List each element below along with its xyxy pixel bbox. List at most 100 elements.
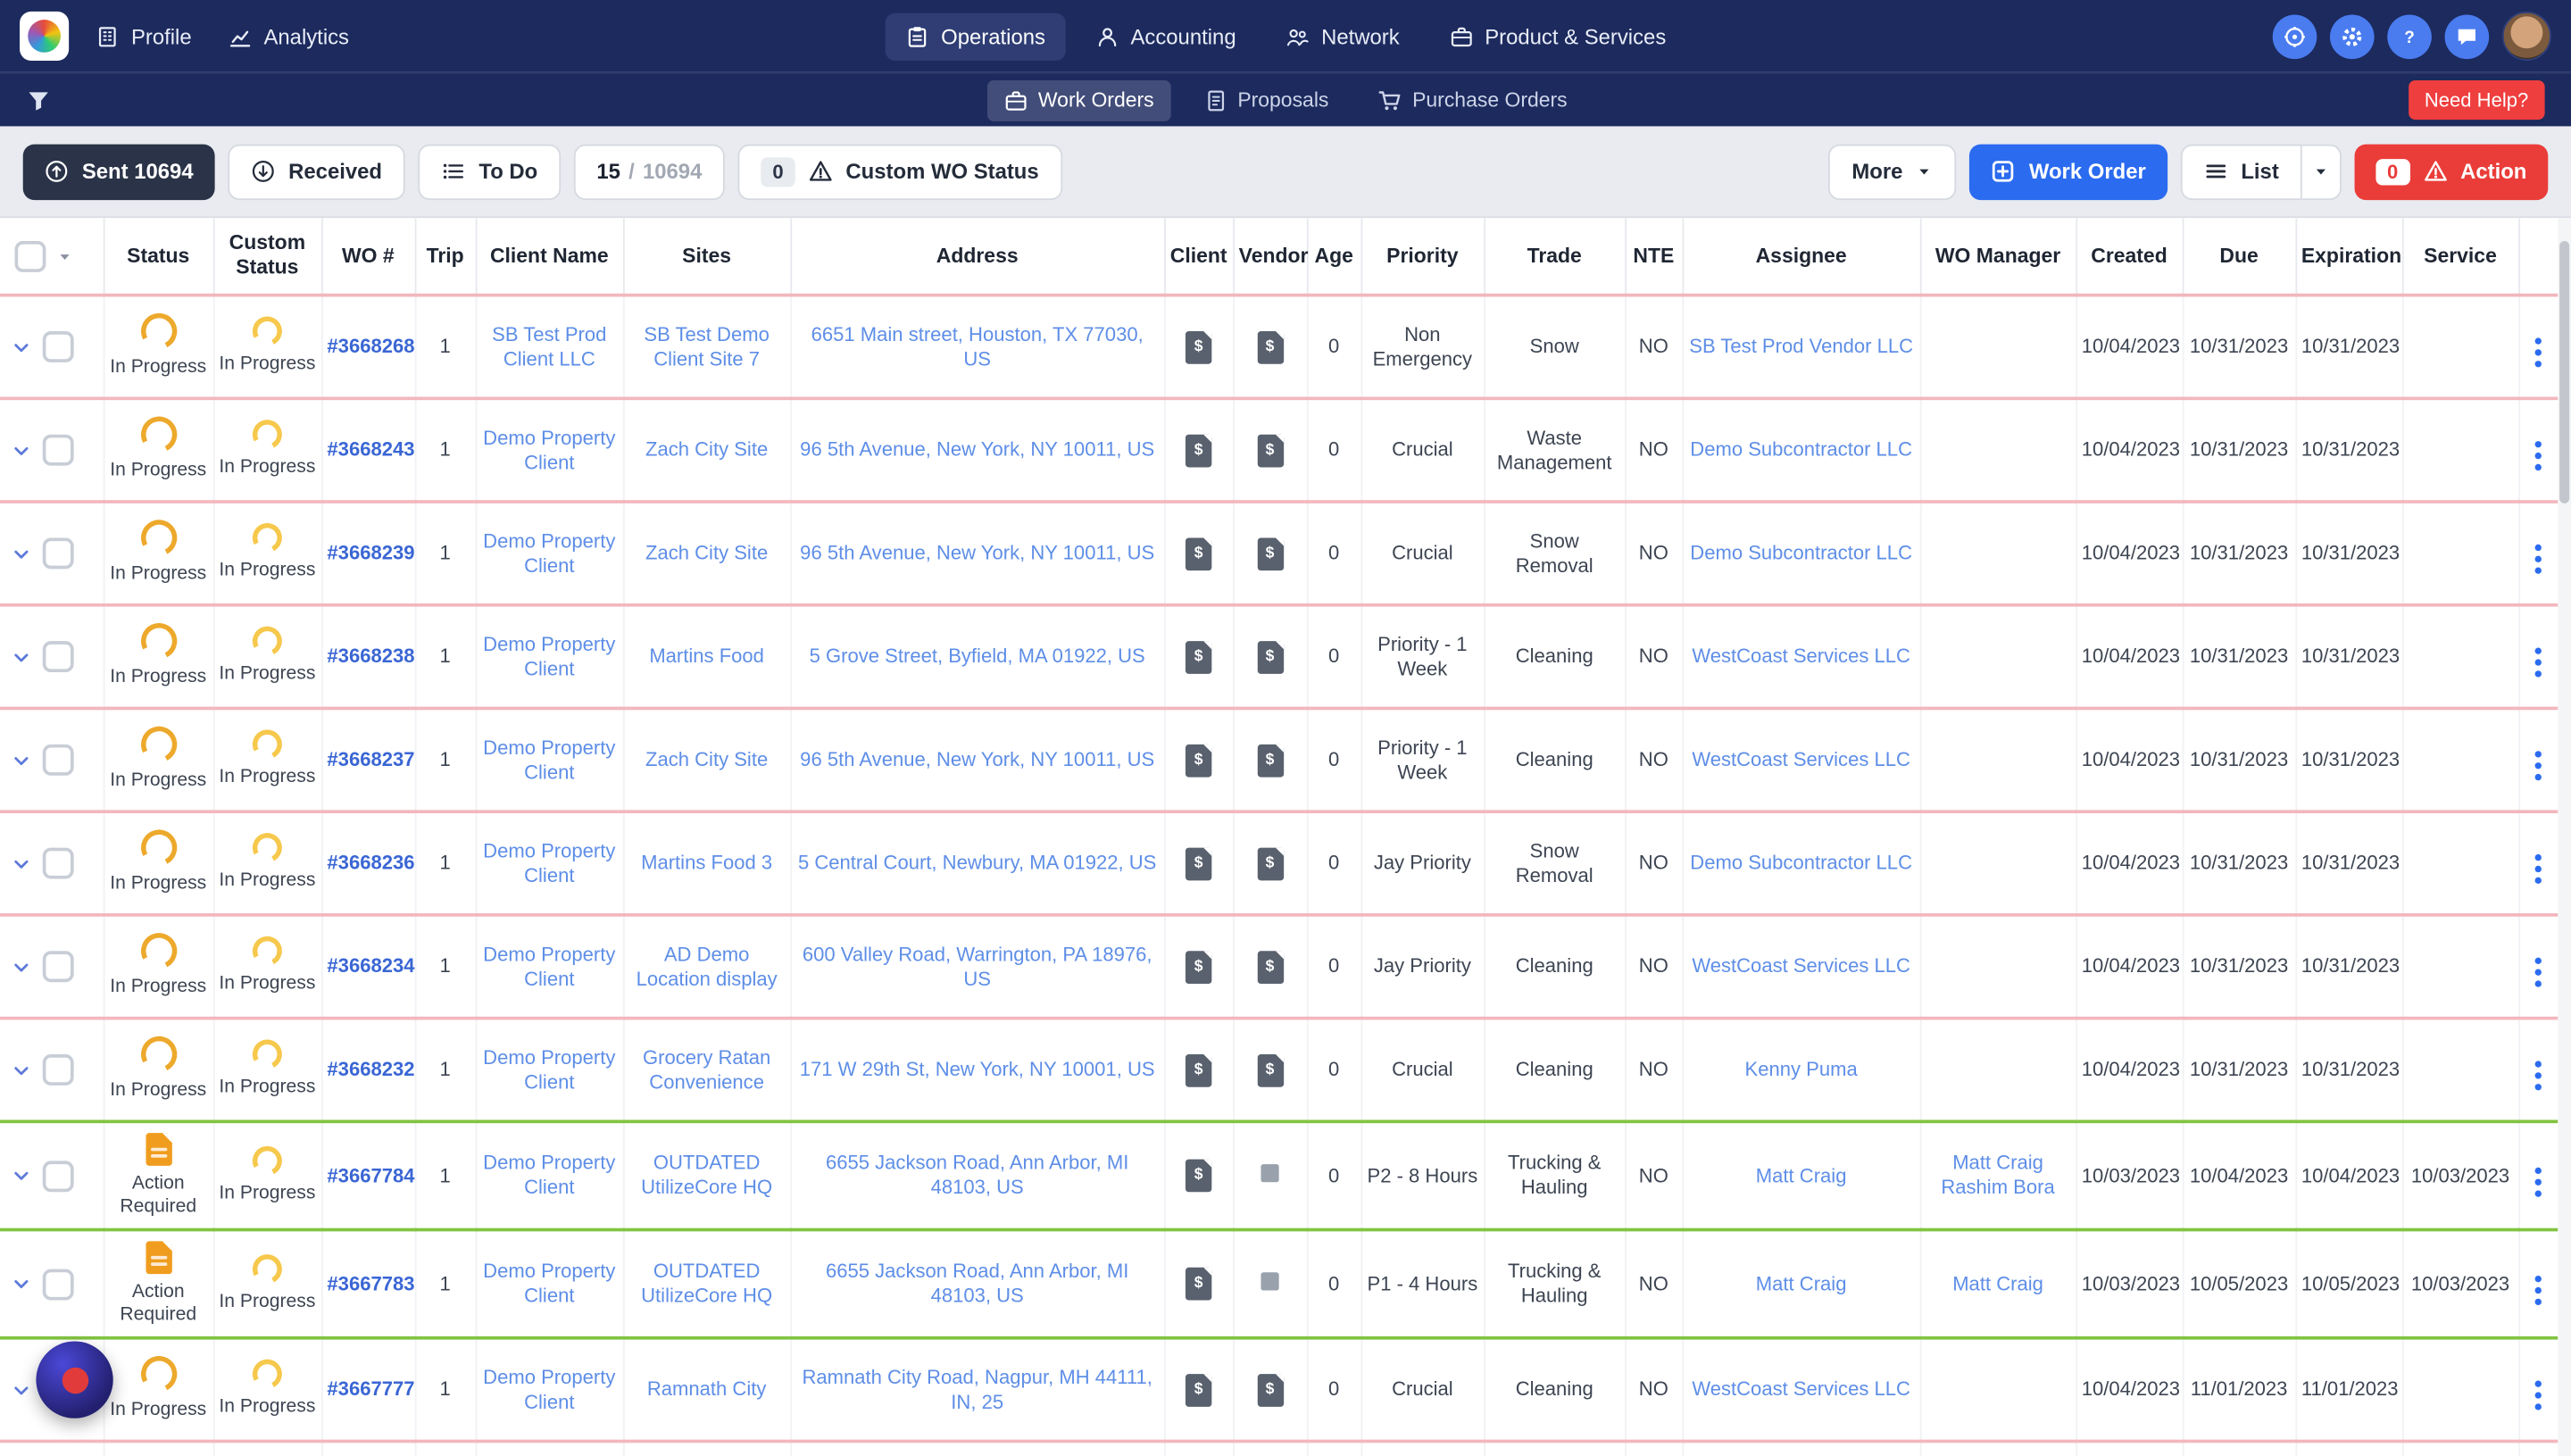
client-invoice-icon[interactable]: $: [1185, 743, 1212, 777]
vendor-invoice-icon[interactable]: $: [1256, 1053, 1284, 1086]
assignee-link[interactable]: Matt Craig: [1756, 1163, 1847, 1186]
wo-number-link[interactable]: #3667777: [327, 1377, 414, 1401]
column-header-assignee[interactable]: Assignee: [1682, 218, 1921, 296]
wo-number-link[interactable]: #3668232: [327, 1058, 414, 1081]
client-name-link[interactable]: Demo Property Client: [483, 528, 615, 576]
address-link[interactable]: 96 5th Avenue, New York, NY 10011, US: [800, 748, 1154, 771]
site-link[interactable]: Zach City Site: [645, 541, 768, 564]
custom-wo-status-button[interactable]: 0 Custom WO Status: [737, 143, 1062, 200]
tab-proposals[interactable]: Proposals: [1186, 79, 1344, 121]
client-invoice-icon[interactable]: $: [1185, 330, 1212, 363]
column-header-vendor[interactable]: Vendor: [1233, 218, 1308, 296]
row-menu-button[interactable]: [2535, 647, 2542, 678]
todo-button[interactable]: To Do: [418, 143, 561, 200]
wo-number-link[interactable]: #3668239: [327, 541, 414, 564]
list-view-button[interactable]: List: [2180, 143, 2302, 200]
row-expand-chevron-icon[interactable]: [12, 1166, 31, 1186]
vendor-invoice-icon[interactable]: $: [1256, 743, 1284, 777]
chat-widget-launcher[interactable]: [36, 1341, 113, 1419]
row-expand-chevron-icon[interactable]: [12, 647, 31, 667]
column-header-trade[interactable]: Trade: [1484, 218, 1627, 296]
address-link[interactable]: 600 Valley Road, Warrington, PA 18976, U…: [803, 942, 1152, 989]
site-link[interactable]: Zach City Site: [645, 437, 768, 461]
new-work-order-button[interactable]: Work Order: [1969, 143, 2167, 200]
column-header-service[interactable]: Service: [2401, 218, 2520, 296]
vendor-invoice-icon[interactable]: $: [1256, 330, 1284, 363]
row-checkbox[interactable]: [42, 847, 74, 879]
wo-number-link[interactable]: #3668268: [327, 335, 414, 358]
address-link[interactable]: Ramnath City Road, Nagpur, MH 44111, IN,…: [802, 1365, 1152, 1412]
site-link[interactable]: Martins Food 3: [641, 851, 772, 874]
assignee-link[interactable]: WestCoast Services LLC: [1692, 748, 1910, 771]
site-link[interactable]: Zach City Site: [645, 748, 768, 771]
client-invoice-icon[interactable]: $: [1185, 1053, 1212, 1086]
assignee-link[interactable]: Demo Subcontractor LLC: [1690, 541, 1912, 564]
wo-manager-link[interactable]: Matt Craig Rashim Bora: [1941, 1151, 2054, 1198]
locate-button[interactable]: [2272, 13, 2317, 59]
column-header-age[interactable]: Age: [1306, 218, 1362, 296]
column-header-address[interactable]: Address: [790, 218, 1165, 296]
client-name-link[interactable]: Demo Property Client: [483, 942, 615, 989]
vendor-invoice-icon[interactable]: $: [1256, 433, 1284, 467]
site-link[interactable]: Grocery Ratan Convenience: [643, 1045, 770, 1093]
vertical-scrollbar[interactable]: [2558, 218, 2571, 1456]
row-checkbox[interactable]: [42, 951, 74, 983]
client-invoice-icon[interactable]: $: [1185, 537, 1212, 570]
client-invoice-icon[interactable]: $: [1185, 640, 1212, 673]
tab-work-orders[interactable]: Work Orders: [986, 79, 1171, 121]
assignee-link[interactable]: SB Test Prod Vendor LLC: [1689, 335, 1913, 358]
assignee-link[interactable]: WestCoast Services LLC: [1692, 954, 1910, 978]
row-checkbox[interactable]: [42, 537, 74, 570]
wo-number-link[interactable]: #3668236: [327, 851, 414, 874]
address-link[interactable]: 171 W 29th St, New York, NY 10001, US: [800, 1058, 1155, 1081]
site-link[interactable]: OUTDATED UtilizeCore HQ: [641, 1151, 772, 1198]
row-menu-button[interactable]: [2535, 1275, 2542, 1305]
row-checkbox[interactable]: [42, 331, 74, 362]
select-all-caret-icon[interactable]: [55, 246, 73, 264]
row-checkbox[interactable]: [42, 434, 74, 466]
row-checkbox[interactable]: [42, 641, 74, 673]
client-name-link[interactable]: Demo Property Client: [483, 632, 615, 679]
column-header-client-name[interactable]: Client Name: [475, 218, 624, 296]
column-header-custom-status[interactable]: Custom Status: [212, 218, 322, 296]
view-switcher-caret-button[interactable]: [2301, 143, 2342, 200]
received-button[interactable]: Received: [228, 143, 405, 200]
client-name-link[interactable]: Demo Property Client: [483, 1045, 615, 1093]
client-name-link[interactable]: Demo Property Client: [483, 1365, 615, 1412]
nav-accounting[interactable]: Accounting: [1075, 12, 1256, 60]
action-button[interactable]: 0 Action: [2354, 143, 2549, 200]
row-expand-chevron-icon[interactable]: [12, 957, 31, 977]
row-expand-chevron-icon[interactable]: [12, 337, 31, 356]
column-header-nte[interactable]: NTE: [1625, 218, 1684, 296]
site-link[interactable]: SB Test Demo Client Site 7: [644, 322, 769, 370]
client-name-link[interactable]: Demo Property Client: [483, 1151, 615, 1198]
client-name-link[interactable]: SB Test Prod Client LLC: [492, 322, 606, 370]
client-invoice-icon[interactable]: $: [1185, 433, 1212, 467]
client-invoice-icon[interactable]: $: [1185, 846, 1212, 880]
row-checkbox[interactable]: [42, 1160, 74, 1192]
wo-number-link[interactable]: #3667784: [327, 1163, 414, 1186]
client-invoice-icon[interactable]: $: [1185, 1267, 1212, 1301]
vendor-invoice-icon[interactable]: $: [1256, 537, 1284, 570]
column-header-priority[interactable]: Priority: [1360, 218, 1485, 296]
filter-funnel-icon[interactable]: [26, 87, 51, 112]
wo-number-link[interactable]: #3667783: [327, 1271, 414, 1294]
assignee-link[interactable]: Demo Subcontractor LLC: [1690, 437, 1912, 461]
column-header-created[interactable]: Created: [2076, 218, 2184, 296]
nav-operations[interactable]: Operations: [885, 12, 1065, 61]
more-button[interactable]: More: [1828, 143, 1958, 200]
address-link[interactable]: 96 5th Avenue, New York, NY 10011, US: [800, 541, 1154, 564]
client-invoice-icon[interactable]: $: [1185, 950, 1212, 984]
row-menu-button[interactable]: [2535, 544, 2542, 574]
assignee-link[interactable]: WestCoast Services LLC: [1692, 645, 1910, 668]
address-link[interactable]: 6651 Main street, Houston, TX 77030, US: [811, 322, 1144, 370]
scrollbar-thumb[interactable]: [2559, 240, 2570, 503]
address-link[interactable]: 96 5th Avenue, New York, NY 10011, US: [800, 437, 1154, 461]
address-link[interactable]: 6655 Jackson Road, Ann Arbor, MI 48103, …: [826, 1151, 1128, 1198]
select-all-checkbox[interactable]: [14, 240, 46, 271]
client-invoice-icon[interactable]: $: [1185, 1159, 1212, 1193]
client-name-link[interactable]: Demo Property Client: [483, 736, 615, 783]
address-link[interactable]: 5 Central Court, Newbury, MA 01922, US: [798, 851, 1156, 874]
column-header-trip[interactable]: Trip: [414, 218, 477, 296]
vendor-invoice-icon[interactable]: $: [1256, 846, 1284, 880]
